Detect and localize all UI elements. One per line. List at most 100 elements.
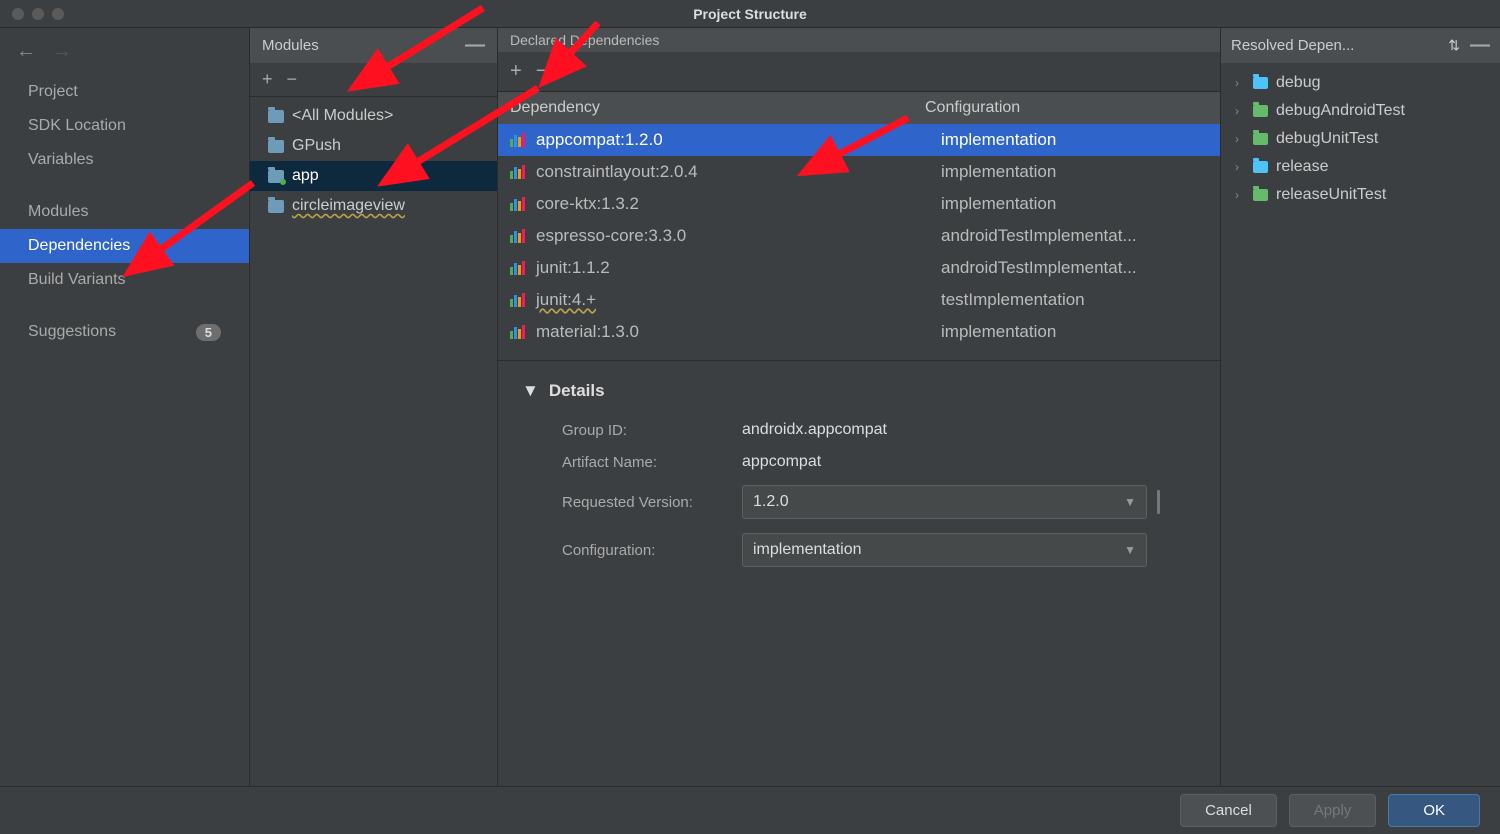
dialog-footer: Cancel Apply OK [0,786,1500,834]
resolved-panel: Resolved Depen... ⇅ — › debug › debugAndro… [1220,28,1500,786]
sidebar-item-build-variants[interactable]: Build Variants [0,263,249,297]
sidebar-item-variables[interactable]: Variables [0,143,249,177]
sidebar-item-label: Modules [28,203,88,221]
sidebar-item-project[interactable]: Project [0,75,249,109]
dep-name: core-ktx:1.3.2 [536,194,941,214]
folder-icon [268,200,284,213]
nav-back-icon[interactable]: ← [16,40,36,63]
dep-conf: implementation [941,194,1056,214]
details-title[interactable]: ▼ Details [522,381,1196,401]
chevron-down-icon: ▼ [1124,543,1136,557]
minimize-panel-icon[interactable]: — [1470,34,1490,57]
module-label: <All Modules> [292,107,393,125]
dependencies-panel: Declared Dependencies + − Dependency Con… [498,28,1220,786]
left-sidebar: ← → Project SDK Location Variables Modul… [0,28,250,786]
declared-deps-header: Declared Dependencies [498,28,1220,52]
chevron-right-icon: › [1235,104,1245,118]
nav-forward-icon: → [52,40,72,63]
tree-item[interactable]: ›release [1221,153,1500,181]
modules-header: Modules — [250,28,497,63]
sidebar-item-modules[interactable]: Modules [0,195,249,229]
window-controls [0,8,64,20]
remove-dependency-button[interactable]: − [536,60,548,83]
version-combo[interactable]: 1.2.0 ▼ [742,485,1147,519]
minimize-window-icon[interactable] [32,8,44,20]
sidebar-item-sdk-location[interactable]: SDK Location [0,109,249,143]
folder-icon [268,170,284,183]
library-icon [510,133,526,147]
module-item-circleimageview[interactable]: circleimageview [250,191,497,221]
group-id-value: androidx.appcompat [742,421,887,439]
chevron-right-icon: › [1235,132,1245,146]
folder-icon [1253,189,1268,201]
artifact-value: appcompat [742,453,821,471]
sidebar-item-label: Variables [28,151,94,169]
folder-icon [1253,133,1268,145]
close-window-icon[interactable] [12,8,24,20]
minimize-panel-icon[interactable]: — [465,34,485,57]
folder-icon [268,140,284,153]
chevron-right-icon: › [1235,76,1245,90]
tree-item[interactable]: › debug [1221,69,1500,97]
col-header-dependency: Dependency [510,99,925,117]
tree-label: debug [1276,74,1321,92]
sidebar-item-label: Build Variants [28,271,126,289]
module-label: circleimageview [292,197,405,215]
modules-header-label: Modules [262,37,319,54]
version-label: Requested Version: [562,494,742,511]
library-icon [510,261,526,275]
folder-icon [268,110,284,123]
dep-row[interactable]: core-ktx:1.3.2 implementation [498,188,1220,220]
tree-item[interactable]: ›releaseUnitTest [1221,181,1500,209]
module-item-app[interactable]: app [250,161,497,191]
module-item-gpush[interactable]: GPush [250,131,497,161]
window-title: Project Structure [693,6,807,22]
library-icon [510,229,526,243]
apply-button[interactable]: Apply [1289,794,1377,827]
module-item-all[interactable]: <All Modules> [250,101,497,131]
remove-module-button[interactable]: − [287,69,298,90]
add-dependency-button[interactable]: + [510,60,522,83]
tree-label: releaseUnitTest [1276,186,1386,204]
tree-item[interactable]: ›debugUnitTest [1221,125,1500,153]
sidebar-item-label: SDK Location [28,117,126,135]
dep-conf: implementation [941,130,1056,150]
dep-name: junit:4.+ [536,290,941,310]
settings-icon[interactable]: ⇅ [1448,37,1460,54]
library-icon [510,165,526,179]
group-id-label: Group ID: [562,422,742,439]
add-module-button[interactable]: + [262,69,273,90]
resolved-header: Resolved Depen... ⇅ — [1221,28,1500,63]
folder-icon [1253,77,1268,89]
dep-row[interactable]: material:1.3.0 implementation [498,316,1220,348]
module-label: app [292,167,319,185]
tree-label: debugAndroidTest [1276,102,1405,120]
dep-conf: testImplementation [941,290,1085,310]
titlebar: Project Structure [0,0,1500,28]
dep-row[interactable]: appcompat:1.2.0 implementation [498,124,1220,156]
details-section: ▼ Details Group ID: androidx.appcompat A… [498,360,1220,601]
sidebar-item-suggestions[interactable]: Suggestions 5 [0,315,249,349]
config-value: implementation [753,541,862,559]
modules-panel: Modules — + − <All Modules> GPush app ci… [250,28,498,786]
folder-icon [1253,161,1268,173]
cancel-button[interactable]: Cancel [1180,794,1277,827]
tree-item[interactable]: › debugAndroidTest [1221,97,1500,125]
artifact-label: Artifact Name: [562,454,742,471]
dep-conf: androidTestImplementat... [941,226,1137,246]
config-combo[interactable]: implementation ▼ [742,533,1147,567]
module-list: <All Modules> GPush app circleimageview [250,97,497,225]
dep-row[interactable]: junit:1.1.2 androidTestImplementat... [498,252,1220,284]
dep-conf: androidTestImplementat... [941,258,1137,278]
dep-name: constraintlayout:2.0.4 [536,162,941,182]
ok-button[interactable]: OK [1388,794,1480,827]
chevron-right-icon: › [1235,160,1245,174]
dep-row[interactable]: constraintlayout:2.0.4 implementation [498,156,1220,188]
dep-row[interactable]: junit:4.+ testImplementation [498,284,1220,316]
dep-row[interactable]: espresso-core:3.3.0 androidTestImplement… [498,220,1220,252]
handle-icon [1157,490,1160,514]
sidebar-item-dependencies[interactable]: Dependencies [0,229,249,263]
dep-name: espresso-core:3.3.0 [536,226,941,246]
maximize-window-icon[interactable] [52,8,64,20]
col-header-configuration: Configuration [925,99,1208,117]
